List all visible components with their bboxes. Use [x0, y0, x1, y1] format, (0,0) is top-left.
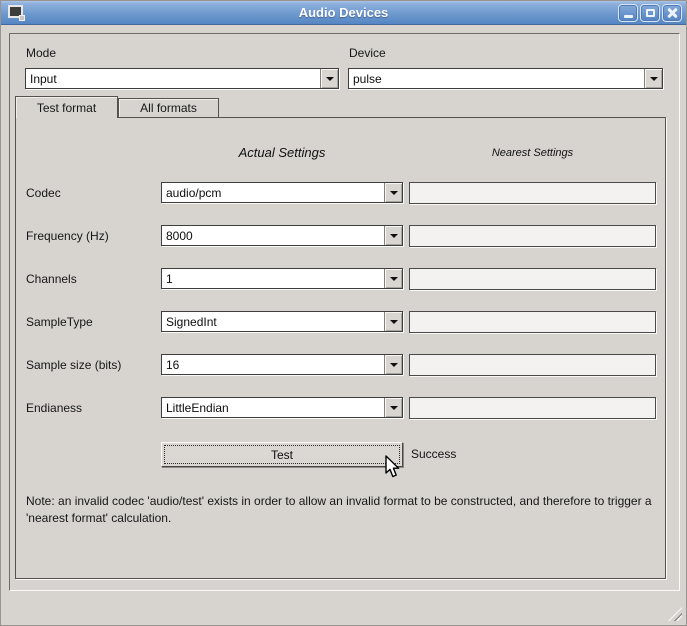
- device-label: Device: [349, 46, 386, 60]
- nearest-sampletype-field: [409, 311, 656, 333]
- mode-label: Mode: [26, 46, 56, 60]
- mode-value: Input: [30, 72, 316, 86]
- chevron-down-icon: [390, 406, 398, 410]
- device-dropdown-arrow[interactable]: [644, 69, 662, 88]
- chevron-down-icon: [390, 363, 398, 367]
- device-combobox[interactable]: pulse: [348, 68, 663, 89]
- nearest-endianess-field: [409, 397, 656, 419]
- window-title: Audio Devices: [1, 5, 686, 20]
- frequency-value: 8000: [166, 229, 380, 243]
- channels-label: Channels: [26, 272, 77, 286]
- samplesize-combobox[interactable]: 16: [161, 354, 403, 375]
- nearest-frequency-field: [409, 225, 656, 247]
- samplesize-value: 16: [166, 358, 380, 372]
- endianess-combobox[interactable]: LittleEndian: [161, 397, 403, 418]
- chevron-down-icon: [390, 320, 398, 324]
- nearest-channels-field: [409, 268, 656, 290]
- endianess-label: Endianess: [26, 401, 82, 415]
- chevron-down-icon: [326, 77, 334, 81]
- channels-dropdown-arrow[interactable]: [384, 269, 402, 288]
- chevron-down-icon: [390, 234, 398, 238]
- endianess-dropdown-arrow[interactable]: [384, 398, 402, 417]
- tab-all-formats-label: All formats: [140, 101, 197, 115]
- close-button[interactable]: [662, 4, 682, 22]
- chevron-down-icon: [390, 191, 398, 195]
- mode-combobox[interactable]: Input: [25, 68, 339, 89]
- mouse-cursor-icon: [385, 455, 402, 484]
- frequency-dropdown-arrow[interactable]: [384, 226, 402, 245]
- codec-dropdown-arrow[interactable]: [384, 183, 402, 202]
- sampletype-value: SignedInt: [166, 315, 380, 329]
- mode-dropdown-arrow[interactable]: [320, 69, 338, 88]
- codec-combobox[interactable]: audio/pcm: [161, 182, 403, 203]
- samplesize-label: Sample size (bits): [26, 358, 121, 372]
- maximize-icon: [646, 9, 655, 17]
- nearest-samplesize-field: [409, 354, 656, 376]
- audio-devices-window: Audio Devices Mode Input Device pulse Te…: [0, 0, 687, 626]
- status-text: Success: [411, 447, 456, 461]
- tab-all-formats[interactable]: All formats: [118, 98, 219, 117]
- chevron-down-icon: [390, 277, 398, 281]
- actual-settings-header: Actual Settings: [161, 145, 403, 160]
- test-button[interactable]: Test: [161, 442, 403, 467]
- minimize-button[interactable]: [618, 4, 638, 22]
- sampletype-dropdown-arrow[interactable]: [384, 312, 402, 331]
- nearest-settings-header: Nearest Settings: [409, 147, 656, 159]
- sampletype-label: SampleType: [26, 315, 93, 329]
- chevron-down-icon: [650, 77, 658, 81]
- test-format-panel: Actual Settings Nearest Settings Codec a…: [15, 117, 666, 579]
- sampletype-combobox[interactable]: SignedInt: [161, 311, 403, 332]
- frequency-combobox[interactable]: 8000: [161, 225, 403, 246]
- samplesize-dropdown-arrow[interactable]: [384, 355, 402, 374]
- nearest-codec-field: [409, 182, 656, 204]
- titlebar[interactable]: Audio Devices: [1, 1, 686, 25]
- test-button-label: Test: [271, 448, 293, 462]
- channels-combobox[interactable]: 1: [161, 268, 403, 289]
- minimize-icon: [624, 15, 633, 18]
- endianess-value: LittleEndian: [166, 401, 380, 415]
- frequency-label: Frequency (Hz): [26, 229, 109, 243]
- tab-test-format[interactable]: Test format: [15, 96, 118, 118]
- channels-value: 1: [166, 272, 380, 286]
- resize-grip[interactable]: [668, 607, 682, 621]
- device-value: pulse: [353, 72, 640, 86]
- codec-label: Codec: [26, 186, 61, 200]
- maximize-button[interactable]: [640, 4, 660, 22]
- tab-test-format-label: Test format: [37, 101, 96, 115]
- close-icon: [667, 8, 677, 18]
- note-text: Note: an invalid codec 'audio/test' exis…: [26, 493, 658, 527]
- codec-value: audio/pcm: [166, 186, 380, 200]
